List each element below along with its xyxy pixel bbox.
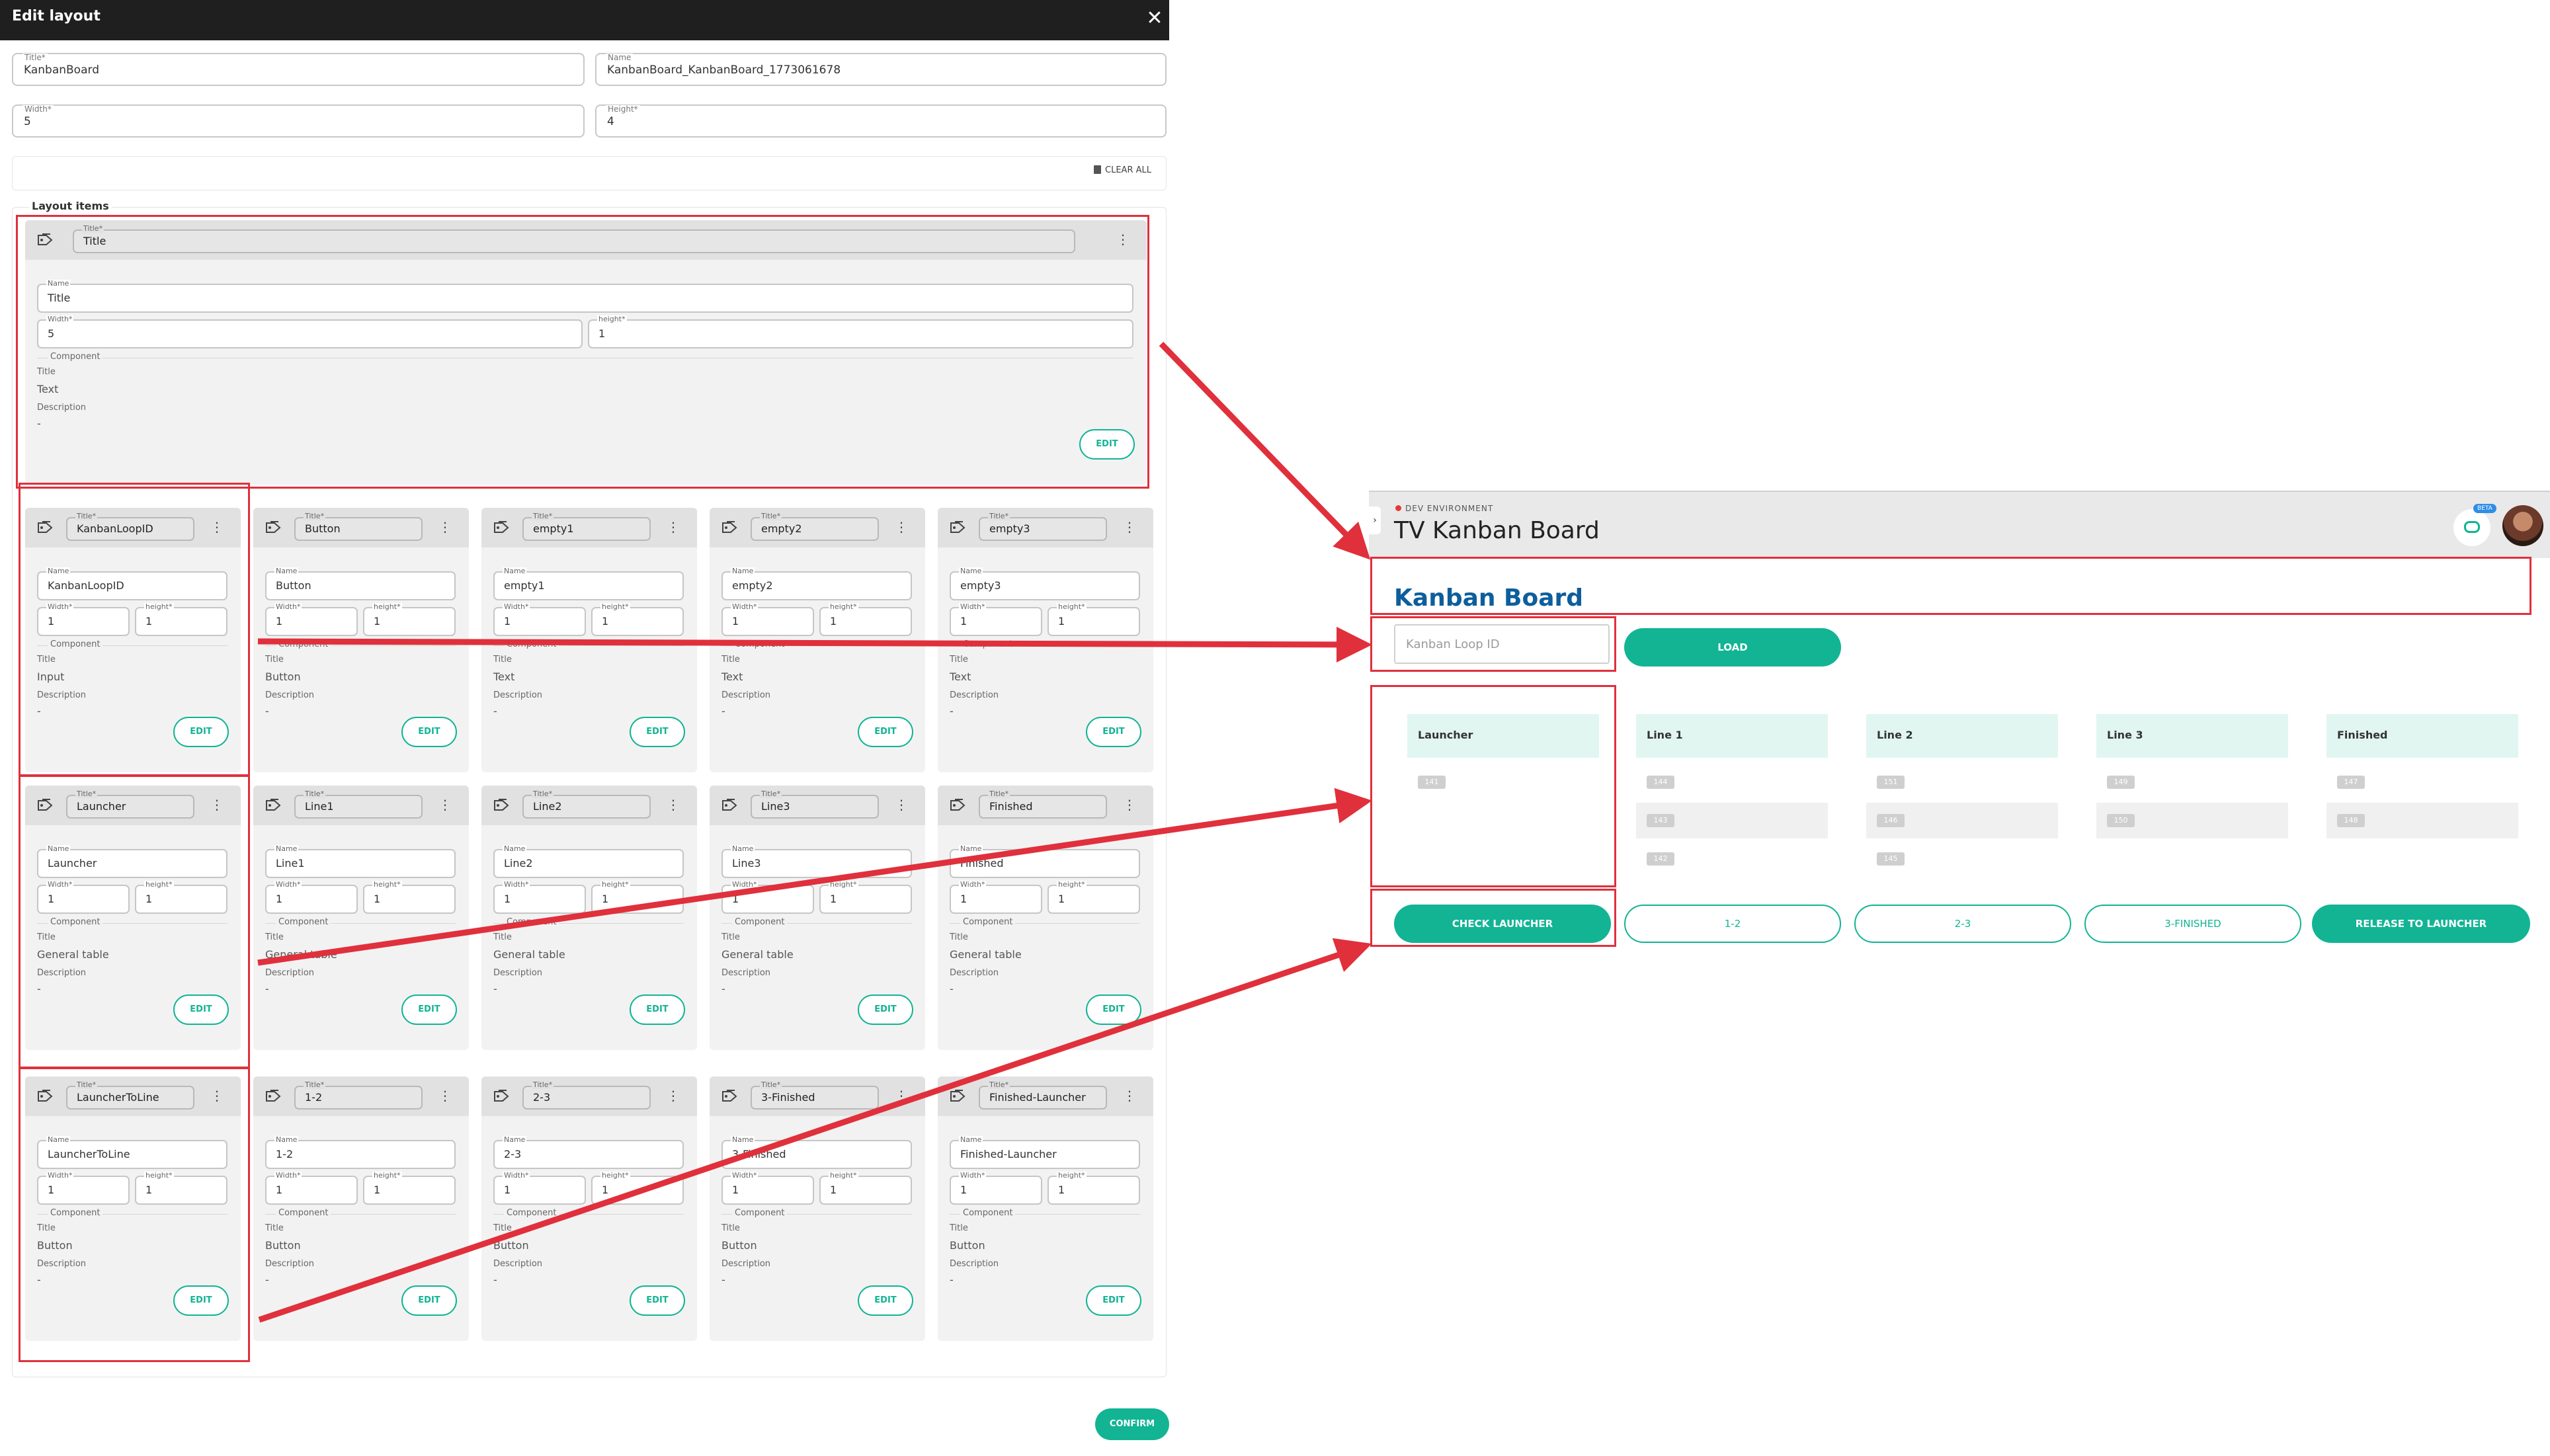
arrow-input — [257, 626, 1372, 663]
arrow-launcher — [257, 788, 1372, 966]
arrow-title — [1159, 341, 1371, 560]
arrow-button — [258, 938, 1372, 1323]
annotation-arrows — [257, 341, 1372, 1323]
